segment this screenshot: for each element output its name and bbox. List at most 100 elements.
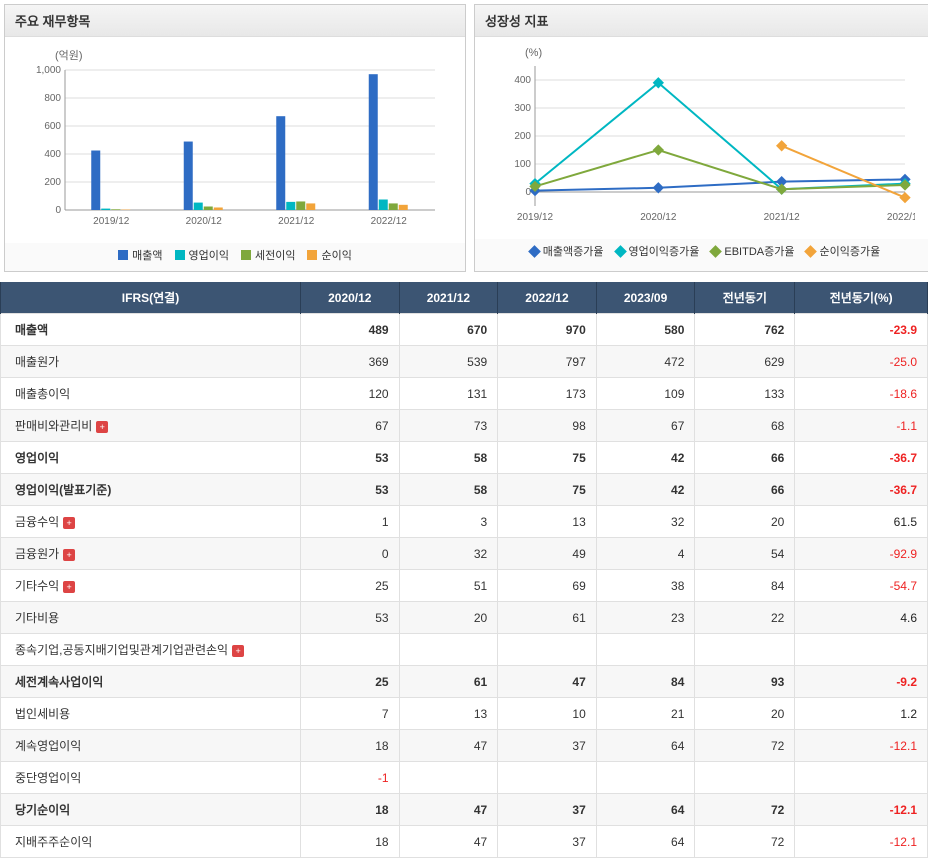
table-row: 세전계속사업이익2561478493-9.2 bbox=[1, 666, 928, 698]
bar-chart-area: (억원) 02004006008001,0002019/122020/12202… bbox=[5, 37, 465, 243]
svg-text:0: 0 bbox=[55, 205, 61, 216]
data-cell: 762 bbox=[695, 314, 795, 346]
table-header-cell: 2021/12 bbox=[399, 282, 498, 314]
data-cell: 21 bbox=[596, 698, 695, 730]
data-cell: 20 bbox=[695, 506, 795, 538]
data-cell: 4 bbox=[596, 538, 695, 570]
data-cell: 53 bbox=[301, 474, 400, 506]
table-row: 영업이익(발표기준)5358754266-36.7 bbox=[1, 474, 928, 506]
expand-icon[interactable]: + bbox=[96, 421, 108, 433]
data-cell: 47 bbox=[399, 826, 498, 858]
bar-chart-legend: 매출액영업이익세전이익순이익 bbox=[5, 243, 465, 271]
data-cell: 64 bbox=[596, 826, 695, 858]
data-cell: 7 bbox=[301, 698, 400, 730]
legend-label: 세전이익 bbox=[255, 247, 295, 263]
data-cell: 47 bbox=[498, 666, 597, 698]
data-cell: 120 bbox=[301, 378, 400, 410]
table-row: 지배주주순이익1847376472-12.1 bbox=[1, 826, 928, 858]
legend-item: 순이익증가율 bbox=[806, 243, 880, 259]
expand-icon[interactable]: + bbox=[63, 517, 75, 529]
data-cell: 32 bbox=[399, 538, 498, 570]
expand-icon[interactable]: + bbox=[63, 549, 75, 561]
svg-text:2022/12: 2022/12 bbox=[371, 216, 408, 227]
data-cell: 23 bbox=[596, 602, 695, 634]
data-cell: 75 bbox=[498, 442, 597, 474]
svg-text:2019/12: 2019/12 bbox=[517, 212, 554, 223]
row-label-cell: 판매비와관리비+ bbox=[1, 410, 301, 442]
data-cell: -9.2 bbox=[795, 666, 928, 698]
data-cell: 61.5 bbox=[795, 506, 928, 538]
data-cell: -36.7 bbox=[795, 442, 928, 474]
table-header-cell: 전년동기(%) bbox=[795, 282, 928, 314]
table-row: 법인세비용7131021201.2 bbox=[1, 698, 928, 730]
expand-icon[interactable]: + bbox=[63, 581, 75, 593]
data-cell bbox=[695, 634, 795, 666]
svg-text:100: 100 bbox=[514, 159, 531, 170]
data-cell: 4.6 bbox=[795, 602, 928, 634]
data-cell: -25.0 bbox=[795, 346, 928, 378]
table-header-cell: 전년동기 bbox=[695, 282, 795, 314]
data-cell: 73 bbox=[399, 410, 498, 442]
data-cell bbox=[498, 634, 597, 666]
data-cell: 61 bbox=[498, 602, 597, 634]
data-cell: 53 bbox=[301, 602, 400, 634]
data-cell: 1.2 bbox=[795, 698, 928, 730]
data-cell: 64 bbox=[596, 794, 695, 826]
data-cell: 61 bbox=[399, 666, 498, 698]
svg-text:200: 200 bbox=[514, 131, 531, 142]
data-cell: 25 bbox=[301, 666, 400, 698]
legend-swatch bbox=[118, 250, 128, 260]
row-label-cell: 매출액 bbox=[1, 314, 301, 346]
data-cell: -92.9 bbox=[795, 538, 928, 570]
data-cell: 67 bbox=[301, 410, 400, 442]
svg-text:2019/12: 2019/12 bbox=[93, 216, 130, 227]
data-cell: -12.1 bbox=[795, 730, 928, 762]
data-cell: 20 bbox=[695, 698, 795, 730]
data-cell: 64 bbox=[596, 730, 695, 762]
row-label-cell: 세전계속사업이익 bbox=[1, 666, 301, 698]
data-cell: 20 bbox=[399, 602, 498, 634]
data-cell: 42 bbox=[596, 442, 695, 474]
legend-swatch bbox=[307, 250, 317, 260]
legend-item: 영업이익증가율 bbox=[616, 243, 700, 259]
table-row: 중단영업이익-1 bbox=[1, 762, 928, 794]
legend-item: EBITDA증가율 bbox=[711, 243, 794, 259]
data-cell bbox=[399, 634, 498, 666]
line-chart-area: (%) 01002003004002019/122020/122021/1220… bbox=[475, 37, 928, 239]
data-cell: 18 bbox=[301, 794, 400, 826]
table-body: 매출액489670970580762-23.9매출원가3695397974726… bbox=[1, 314, 928, 858]
expand-icon[interactable]: + bbox=[232, 645, 244, 657]
data-cell: -1.1 bbox=[795, 410, 928, 442]
row-label-cell: 기타수익+ bbox=[1, 570, 301, 602]
data-cell: 42 bbox=[596, 474, 695, 506]
row-label-cell: 당기순이익 bbox=[1, 794, 301, 826]
data-cell: 49 bbox=[498, 538, 597, 570]
financial-items-panel: 주요 재무항목 (억원) 02004006008001,0002019/1220… bbox=[4, 4, 466, 272]
bar-chart-svg: 02004006008001,0002019/122020/122021/122… bbox=[25, 65, 445, 235]
table-row: 기타비용53206123224.6 bbox=[1, 602, 928, 634]
data-cell: 629 bbox=[695, 346, 795, 378]
legend-swatch bbox=[175, 250, 185, 260]
data-cell bbox=[498, 762, 597, 794]
table-row: 계속영업이익1847376472-12.1 bbox=[1, 730, 928, 762]
data-cell: 670 bbox=[399, 314, 498, 346]
data-cell bbox=[795, 762, 928, 794]
data-cell: 37 bbox=[498, 826, 597, 858]
legend-swatch bbox=[710, 245, 723, 258]
table-header-cell: 2023/09 bbox=[596, 282, 695, 314]
table-row: 기타수익+2551693884-54.7 bbox=[1, 570, 928, 602]
data-cell: 3 bbox=[399, 506, 498, 538]
data-cell: 93 bbox=[695, 666, 795, 698]
data-cell: 472 bbox=[596, 346, 695, 378]
table-row: 매출총이익120131173109133-18.6 bbox=[1, 378, 928, 410]
data-cell: 18 bbox=[301, 826, 400, 858]
svg-text:600: 600 bbox=[44, 121, 61, 132]
row-label-cell: 금융원가+ bbox=[1, 538, 301, 570]
table-header-cell: 2022/12 bbox=[498, 282, 597, 314]
legend-item: 매출액 bbox=[118, 247, 162, 263]
table-header-cell: 2020/12 bbox=[301, 282, 400, 314]
data-cell: 58 bbox=[399, 442, 498, 474]
data-cell: 84 bbox=[596, 666, 695, 698]
data-cell: 66 bbox=[695, 474, 795, 506]
data-cell bbox=[695, 762, 795, 794]
